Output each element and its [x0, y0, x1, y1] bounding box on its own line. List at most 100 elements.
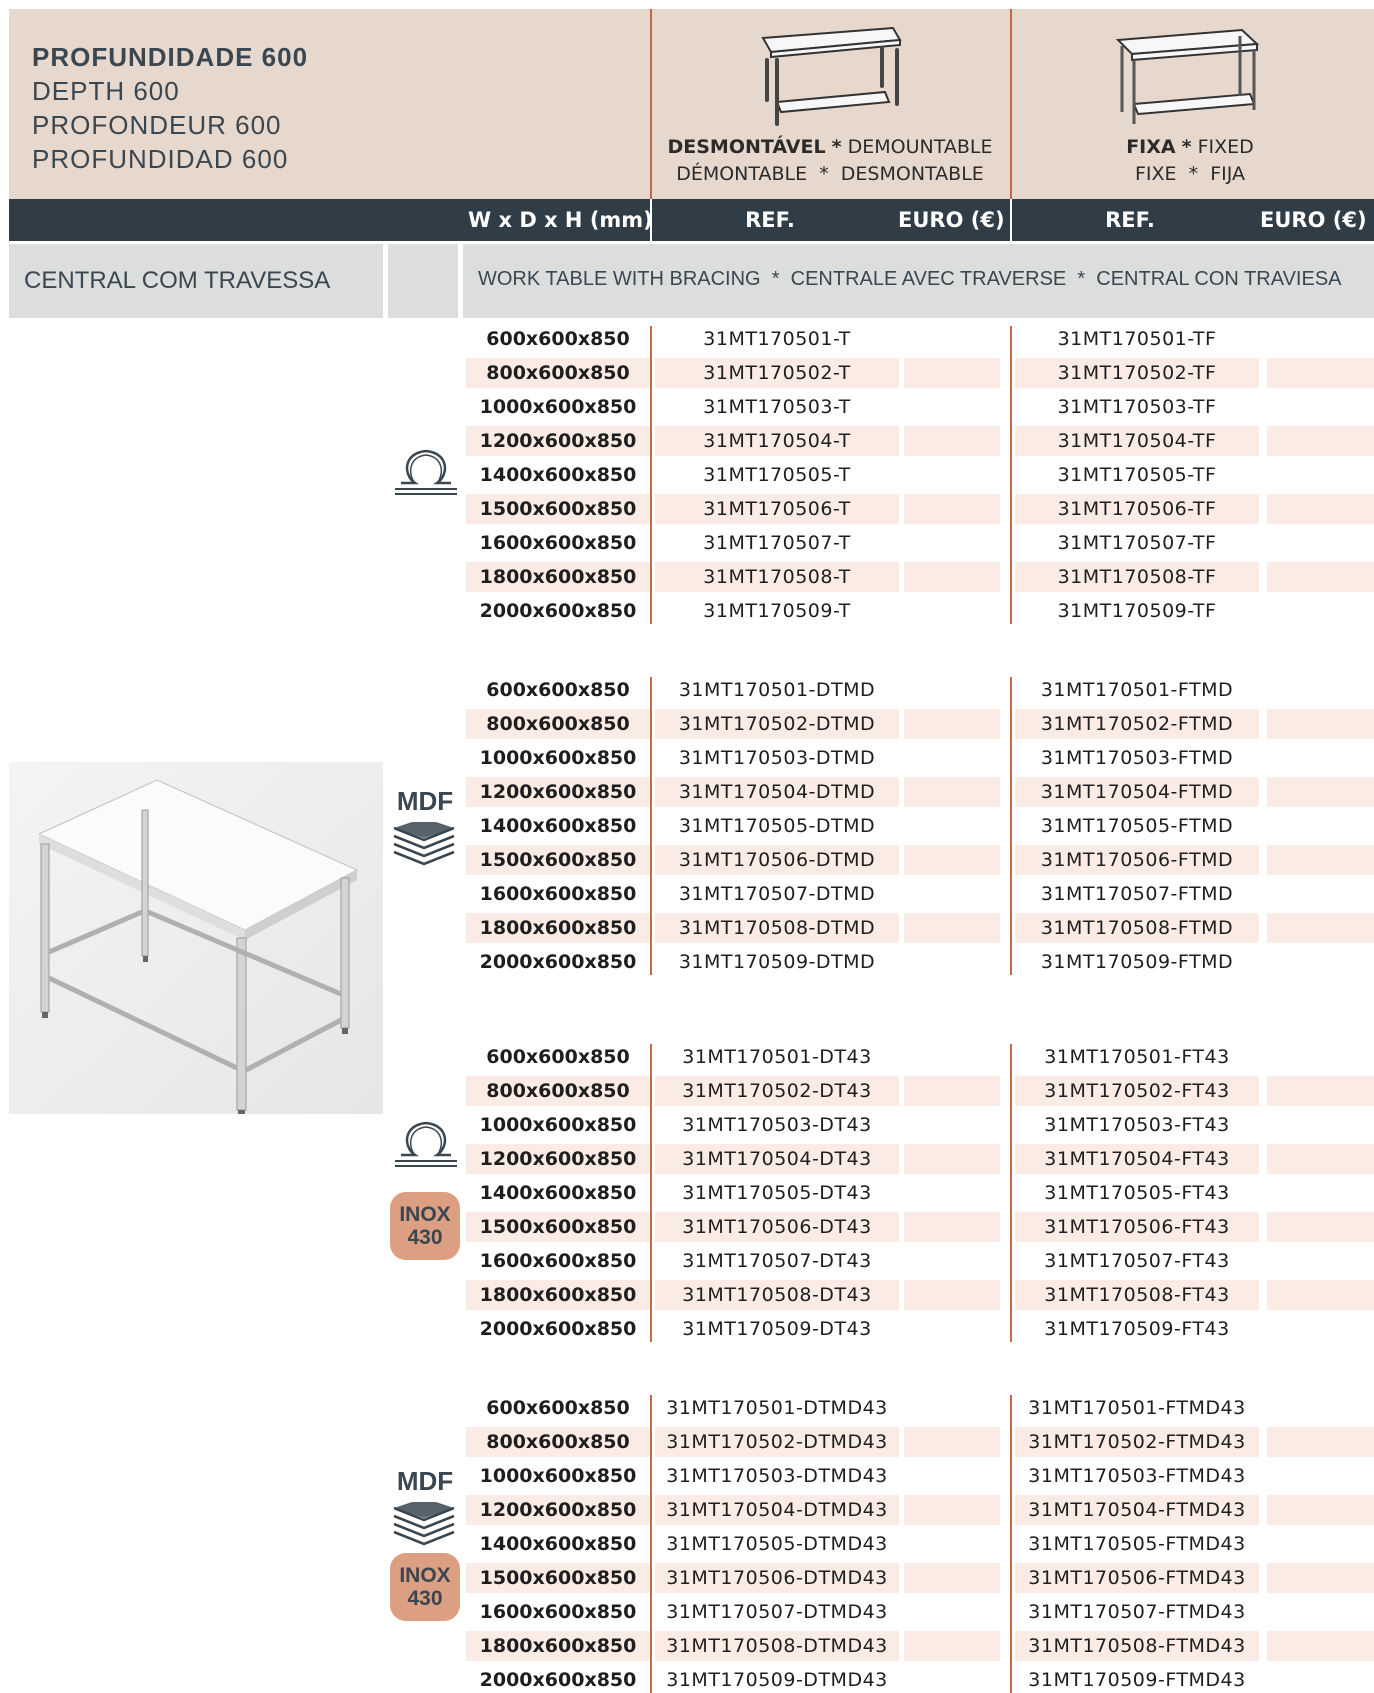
omega-icon	[395, 1121, 457, 1167]
size-cell: 2000x600x850	[479, 1318, 637, 1340]
ref-demountable-cell: 31MT170505-T	[703, 464, 851, 486]
row-shade	[904, 1631, 1000, 1661]
row-shade	[904, 1427, 1000, 1457]
ref-demountable-cell: 31MT170503-DTMD43	[666, 1465, 888, 1487]
caption-text: DÉMONTABLE * DESMONTABLE	[676, 163, 984, 185]
ref-fixed-cell: 31MT170506-TF	[1057, 498, 1217, 520]
row-shade	[1267, 1631, 1374, 1661]
row-shade	[1267, 1495, 1374, 1525]
ref-demountable-cell: 31MT170505-DTMD	[678, 815, 876, 837]
inox-line: 430	[407, 1226, 443, 1249]
size-cell: 2000x600x850	[479, 1669, 637, 1691]
ref-fixed-cell: 31MT170509-TF	[1057, 600, 1217, 622]
ref-fixed-cell: 31MT170507-FTMD43	[1028, 1601, 1246, 1623]
ref-fixed-cell: 31MT170502-TF	[1057, 362, 1217, 384]
ref-fixed-cell: 31MT170505-FTMD43	[1028, 1533, 1246, 1555]
column-divider	[650, 326, 652, 624]
size-cell: 800x600x850	[486, 713, 630, 735]
ref-fixed-cell: 31MT170503-TF	[1057, 396, 1217, 418]
euro-column-header: EURO (€)	[1260, 208, 1367, 232]
size-cell: 1600x600x850	[479, 1250, 637, 1272]
ref-fixed-cell: 31MT170508-FTMD	[1040, 917, 1234, 939]
size-cell: 600x600x850	[486, 679, 630, 701]
row-shade	[1267, 1212, 1374, 1242]
ref-fixed-cell: 31MT170509-FTMD43	[1028, 1669, 1246, 1691]
category-name: CENTRAL COM TRAVESSA	[24, 267, 331, 294]
ref-demountable-cell: 31MT170508-DTMD43	[666, 1635, 888, 1657]
size-cell: 1800x600x850	[479, 1635, 637, 1657]
row-shade	[904, 1563, 1000, 1593]
row-shade	[1267, 1563, 1374, 1593]
ref-demountable-cell: 31MT170504-DTMD43	[666, 1499, 888, 1521]
mdf-icon	[393, 1502, 455, 1546]
mdf-label: MDF	[396, 786, 454, 816]
euro-column-header: EURO (€)	[898, 208, 1005, 232]
row-shade	[904, 1280, 1000, 1310]
ref-fixed-cell: 31MT170506-FT43	[1044, 1216, 1230, 1238]
row-shade	[904, 1144, 1000, 1174]
row-shade	[904, 1212, 1000, 1242]
size-cell: 1200x600x850	[479, 1499, 637, 1521]
caption-text: FIXE * FIJA	[1134, 163, 1245, 185]
ref-fixed-cell: 31MT170507-FTMD	[1040, 883, 1234, 905]
row-shade	[1267, 1280, 1374, 1310]
ref-fixed-cell: 31MT170501-FTMD43	[1028, 1397, 1246, 1419]
mdf-icon	[393, 822, 455, 866]
column-divider	[650, 677, 652, 975]
ref-demountable-cell: 31MT170509-DT43	[682, 1318, 872, 1340]
row-shade	[904, 494, 1000, 524]
ref-demountable-cell: 31MT170508-T	[703, 566, 851, 588]
ref-fixed-cell: 31MT170504-FTMD43	[1028, 1499, 1246, 1521]
row-shade	[1267, 777, 1374, 807]
row-shade	[1267, 709, 1374, 739]
size-cell: 1000x600x850	[479, 396, 637, 418]
size-cell: 600x600x850	[486, 328, 630, 350]
ref-fixed-cell: 31MT170503-FTMD43	[1028, 1465, 1246, 1487]
size-cell: 1600x600x850	[479, 883, 637, 905]
product-image	[9, 762, 383, 1114]
size-cell: 1600x600x850	[479, 1601, 637, 1623]
inox-430-badge: INOX 430	[390, 1553, 460, 1621]
size-cell: 1800x600x850	[479, 1284, 637, 1306]
caption-bold: FIXA	[1126, 136, 1176, 158]
caption-sep: *	[1181, 136, 1192, 158]
ref-column-header: REF.	[745, 208, 795, 232]
ref-fixed-cell: 31MT170505-TF	[1057, 464, 1217, 486]
ref-demountable-cell: 31MT170501-DT43	[682, 1046, 872, 1068]
column-divider	[1010, 677, 1012, 975]
column-divider	[1010, 199, 1012, 241]
size-cell: 2000x600x850	[479, 951, 637, 973]
ref-fixed-cell: 31MT170504-TF	[1057, 430, 1217, 452]
ref-demountable-cell: 31MT170502-T	[703, 362, 851, 384]
ref-demountable-cell: 31MT170509-DTMD43	[666, 1669, 888, 1691]
column-divider	[1010, 326, 1012, 624]
ref-fixed-cell: 31MT170505-FTMD	[1040, 815, 1234, 837]
ref-demountable-cell: 31MT170504-T	[703, 430, 851, 452]
size-cell: 800x600x850	[486, 1080, 630, 1102]
row-shade	[1267, 1076, 1374, 1106]
ref-fixed-cell: 31MT170508-FTMD43	[1028, 1635, 1246, 1657]
title-line: PROFUNDIDADE 600	[32, 42, 309, 72]
row-shade	[904, 913, 1000, 943]
size-cell: 1500x600x850	[479, 1216, 637, 1238]
column-divider	[650, 1044, 652, 1342]
column-divider	[1010, 1044, 1012, 1342]
ref-fixed-cell: 31MT170502-FTMD	[1040, 713, 1234, 735]
size-cell: 600x600x850	[486, 1397, 630, 1419]
caption-text: DEMOUNTABLE	[847, 136, 993, 158]
row-shade	[904, 1495, 1000, 1525]
ref-fixed-cell: 31MT170507-FT43	[1044, 1250, 1230, 1272]
ref-demountable-cell: 31MT170506-T	[703, 498, 851, 520]
size-cell: 1400x600x850	[479, 815, 637, 837]
ref-demountable-cell: 31MT170505-DT43	[682, 1182, 872, 1204]
inox-430-badge: INOX 430	[390, 1192, 460, 1260]
ref-demountable-cell: 31MT170502-DT43	[682, 1080, 872, 1102]
ref-demountable-cell: 31MT170506-DTMD	[678, 849, 876, 871]
size-cell: 2000x600x850	[479, 600, 637, 622]
size-cell: 1400x600x850	[479, 464, 637, 486]
row-shade	[904, 777, 1000, 807]
ref-demountable-cell: 31MT170507-DT43	[682, 1250, 872, 1272]
ref-demountable-cell: 31MT170504-DT43	[682, 1148, 872, 1170]
size-cell: 1500x600x850	[479, 498, 637, 520]
ref-demountable-cell: 31MT170503-DTMD	[678, 747, 876, 769]
